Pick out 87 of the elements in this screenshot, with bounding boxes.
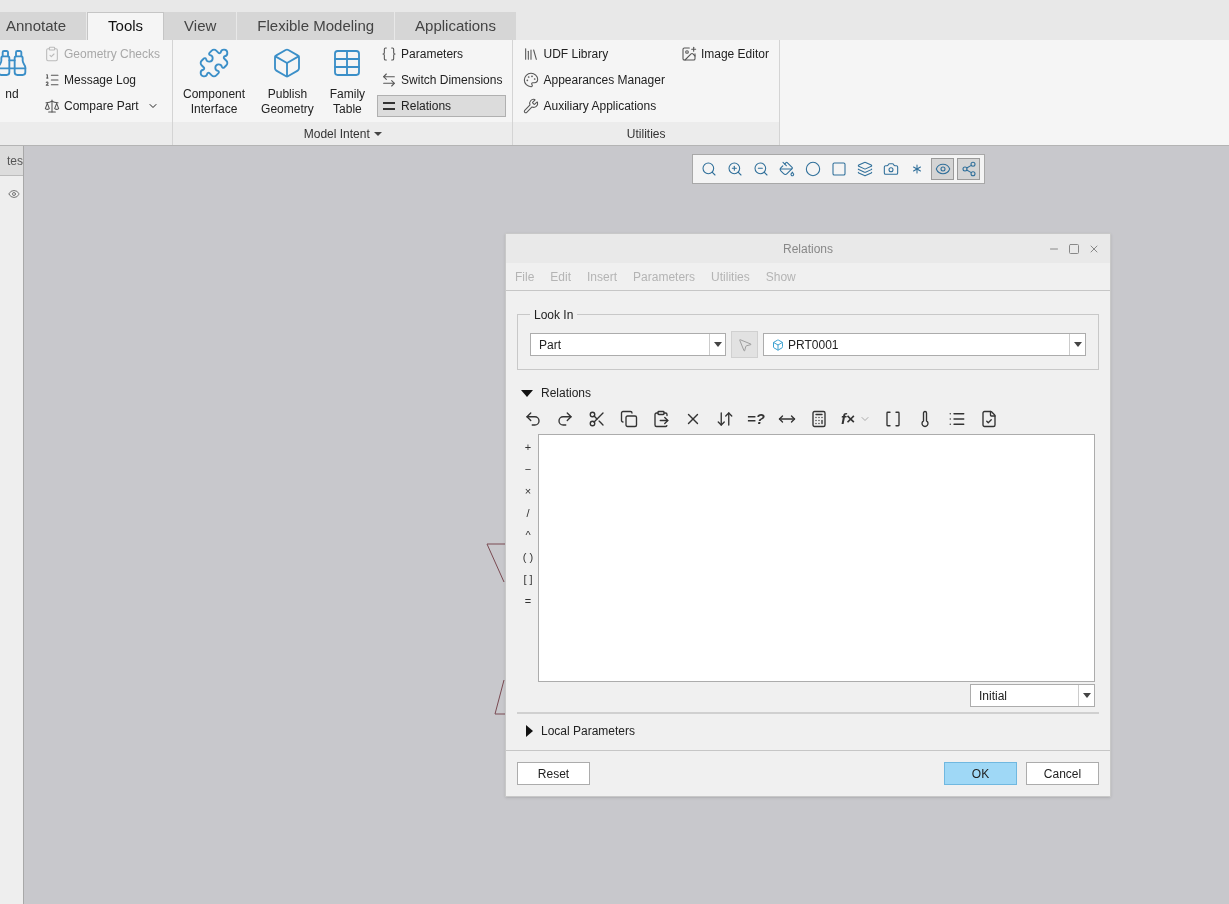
object-select[interactable]: PRT0001 <box>763 333 1086 356</box>
repaint-icon <box>778 161 795 177</box>
braces-icon <box>381 46 398 62</box>
caret-icon <box>713 342 722 347</box>
eye-icon[interactable] <box>8 188 20 200</box>
dialog-title: Relations <box>783 240 833 258</box>
operator-button[interactable]: / <box>526 502 530 524</box>
sort-icon <box>716 410 734 428</box>
ribbon-tab[interactable]: Flexible Modeling <box>237 12 396 40</box>
operator-button[interactable]: − <box>524 458 532 480</box>
ribbon-button[interactable]: Family Table <box>325 43 370 121</box>
cube-icon <box>830 161 847 177</box>
operator-button[interactable]: × <box>524 480 532 502</box>
ribbon-button[interactable]: Compare Part <box>40 95 165 117</box>
ribbon-button[interactable]: Appearances Manager <box>519 69 669 91</box>
book-icon <box>523 46 540 62</box>
checklist-icon <box>44 46 60 62</box>
paste-icon <box>652 410 670 428</box>
ribbon-button[interactable]: Parameters <box>377 43 507 65</box>
verify-icon <box>979 410 998 428</box>
zoom-out-icon <box>752 161 769 177</box>
select-value: Part <box>538 336 562 354</box>
section-label[interactable]: Local Parameters <box>541 722 636 740</box>
undo-icon <box>524 410 542 428</box>
palette-icon <box>523 72 540 88</box>
calculator-icon <box>809 410 828 428</box>
ribbon-button[interactable]: UDF Library <box>519 43 669 65</box>
copy-icon <box>620 410 638 428</box>
camera-icon <box>882 161 899 177</box>
ribbon-tab[interactable]: Annotate <box>0 12 88 40</box>
select-value: Initial <box>978 687 1008 705</box>
binoculars-icon <box>0 47 28 79</box>
group-label[interactable]: Model Intent <box>303 124 370 143</box>
ribbon-button[interactable]: nd <box>0 43 32 121</box>
ribbon-tab[interactable]: Applications <box>395 12 517 40</box>
dialog-button[interactable]: Cancel <box>1026 762 1099 785</box>
list-icon <box>44 72 60 88</box>
view-tool-button[interactable] <box>931 158 954 180</box>
eye-icon <box>934 161 951 177</box>
type-select[interactable]: Part <box>530 333 726 356</box>
dialog-button[interactable]: OK <box>944 762 1017 785</box>
caret-icon <box>1073 342 1082 347</box>
caret-icon <box>1082 693 1091 698</box>
nodes-icon <box>960 161 977 177</box>
balance-icon <box>44 98 60 114</box>
expand-icon[interactable] <box>526 725 533 737</box>
ribbon-button[interactable]: Publish Geometry <box>257 43 318 121</box>
sphere-icon <box>804 161 821 177</box>
collapse-icon[interactable] <box>521 389 533 397</box>
list-icon <box>947 410 966 428</box>
equals-icon <box>383 102 396 110</box>
ribbon-button[interactable]: Image Editor <box>676 43 773 65</box>
view-tool-button[interactable] <box>957 158 980 180</box>
tool-button[interactable]: =? <box>745 407 767 431</box>
maximize-icon[interactable] <box>1068 242 1080 255</box>
caret-icon <box>373 131 382 136</box>
operator-button[interactable]: + <box>524 436 532 458</box>
tool-button[interactable]: f× <box>838 407 873 431</box>
section-label[interactable]: Relations <box>541 384 592 402</box>
image-icon <box>680 46 697 62</box>
pointer-icon <box>736 336 753 353</box>
ribbon-tab[interactable]: Tools <box>87 12 165 40</box>
brackets-icon <box>883 410 902 428</box>
layers-icon <box>856 161 873 177</box>
panel-tab[interactable]: tes <box>0 146 23 176</box>
cube-icon <box>772 338 784 351</box>
ribbon-button[interactable]: Switch Dimensions <box>377 69 507 91</box>
ribbon-tab[interactable]: View <box>164 12 238 40</box>
ribbon-button[interactable]: Relations <box>377 95 507 117</box>
zoom-fit-icon <box>700 161 717 177</box>
operator-button[interactable]: [ ] <box>523 568 533 590</box>
redo-icon <box>556 410 574 428</box>
ribbon-button[interactable]: Component Interface <box>179 43 250 121</box>
dialog-button[interactable]: Reset <box>517 762 590 785</box>
ribbon-button[interactable]: Auxiliary Applications <box>519 95 669 117</box>
arrows-icon <box>381 72 398 88</box>
group-label: Utilities <box>626 125 666 143</box>
puzzle-icon <box>198 47 231 79</box>
wrench-icon <box>523 98 540 114</box>
zoom-in-icon <box>726 161 743 177</box>
ribbon-button[interactable]: Message Log <box>40 69 165 91</box>
units-select[interactable]: Initial <box>970 684 1095 707</box>
operator-button[interactable]: = <box>524 590 532 612</box>
cut-icon <box>588 410 606 428</box>
operator-button[interactable]: ( ) <box>522 546 534 568</box>
operator-button[interactable]: ^ <box>525 524 531 546</box>
select-value: PRT0001 <box>764 335 1069 354</box>
